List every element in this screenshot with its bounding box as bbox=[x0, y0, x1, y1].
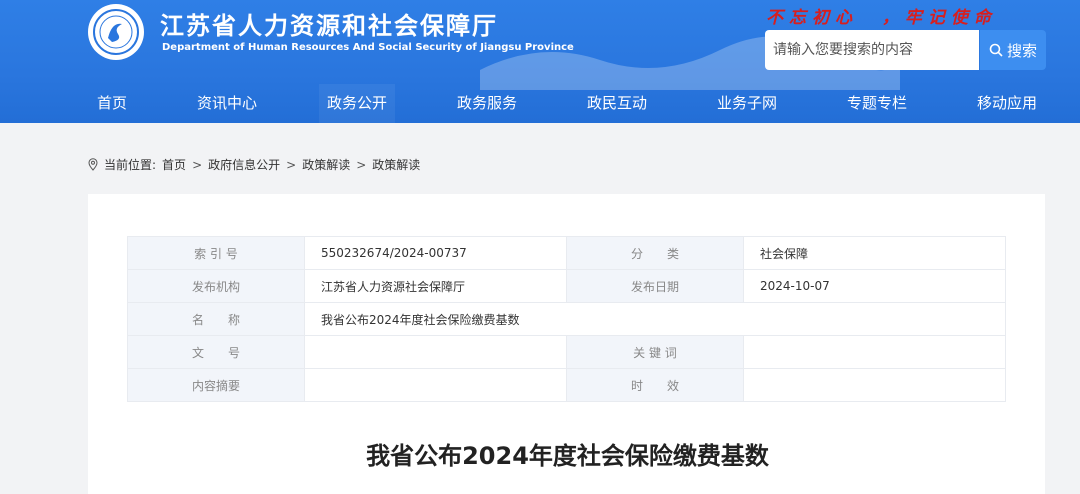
table-row: 索 引 号 550232674/2024-00737 分 类 社会保障 bbox=[127, 236, 1006, 270]
breadcrumb-separator: > bbox=[192, 157, 203, 172]
summary-label: 内容摘要 bbox=[127, 368, 305, 402]
index-label: 索 引 号 bbox=[127, 236, 305, 270]
validity-label: 时 效 bbox=[566, 368, 744, 402]
site-header: 江苏省人力资源和社会保障厅 Department of Human Resour… bbox=[0, 0, 1080, 123]
name-value: 我省公布2024年度社会保险缴费基数 bbox=[304, 302, 1006, 336]
nav-item-gov-affairs[interactable]: 政务公开 bbox=[319, 84, 395, 123]
breadcrumb: 当前位置: 首页 > 政府信息公开 > 政策解读 > 政策解读 bbox=[88, 156, 420, 173]
breadcrumb-separator: > bbox=[286, 157, 297, 172]
nav-item-services[interactable]: 政务服务 bbox=[450, 84, 524, 123]
category-value: 社会保障 bbox=[743, 236, 1006, 270]
search-button[interactable]: 搜索 bbox=[980, 30, 1046, 70]
table-row: 发布机构 江苏省人力资源社会保障厅 发布日期 2024-10-07 bbox=[127, 269, 1006, 303]
category-label: 分 类 bbox=[566, 236, 744, 270]
table-row: 文 号 关 键 词 bbox=[127, 335, 1006, 369]
search-input[interactable] bbox=[765, 30, 979, 70]
emblem-icon bbox=[93, 9, 139, 55]
nav-item-subnets[interactable]: 业务子网 bbox=[710, 84, 784, 123]
summary-value bbox=[304, 368, 567, 402]
main-nav: 首页 资讯中心 政务公开 政务服务 政民互动 业务子网 专题专栏 移动应用 bbox=[0, 84, 1080, 123]
table-row: 名 称 我省公布2024年度社会保险缴费基数 bbox=[127, 302, 1006, 336]
publisher-label: 发布机构 bbox=[127, 269, 305, 303]
docno-label: 文 号 bbox=[127, 335, 305, 369]
table-row: 内容摘要 时 效 bbox=[127, 368, 1006, 402]
publisher-value: 江苏省人力资源社会保障厅 bbox=[304, 269, 567, 303]
keywords-label: 关 键 词 bbox=[566, 335, 744, 369]
search-button-label: 搜索 bbox=[1006, 41, 1037, 60]
location-pin-icon bbox=[88, 158, 98, 171]
breadcrumb-item-current[interactable]: 政策解读 bbox=[372, 156, 420, 173]
site-title: 江苏省人力资源和社会保障厅 bbox=[160, 12, 498, 40]
site-subtitle: Department of Human Resources And Social… bbox=[162, 42, 574, 53]
search-icon bbox=[989, 43, 1003, 57]
breadcrumb-separator: > bbox=[356, 157, 367, 172]
date-label: 发布日期 bbox=[566, 269, 744, 303]
date-value: 2024-10-07 bbox=[743, 269, 1006, 303]
name-label: 名 称 bbox=[127, 302, 305, 336]
breadcrumb-item-gov-info[interactable]: 政府信息公开 bbox=[208, 156, 280, 173]
nav-item-mobile[interactable]: 移动应用 bbox=[970, 84, 1044, 123]
nav-item-topics[interactable]: 专题专栏 bbox=[840, 84, 914, 123]
breadcrumb-item-policy[interactable]: 政策解读 bbox=[302, 156, 350, 173]
article-title: 我省公布2024年度社会保险缴费基数 bbox=[366, 442, 769, 470]
site-logo[interactable] bbox=[88, 4, 144, 60]
keywords-value bbox=[743, 335, 1006, 369]
breadcrumb-prefix: 当前位置: bbox=[104, 158, 157, 172]
docno-value bbox=[304, 335, 567, 369]
validity-value bbox=[743, 368, 1006, 402]
nav-item-interaction[interactable]: 政民互动 bbox=[580, 84, 654, 123]
slogan: 不忘初心 ，牢记使命 bbox=[766, 8, 997, 28]
nav-item-home[interactable]: 首页 bbox=[80, 84, 144, 123]
nav-item-news[interactable]: 资讯中心 bbox=[190, 84, 264, 123]
index-value: 550232674/2024-00737 bbox=[304, 236, 567, 270]
document-meta-table: 索 引 号 550232674/2024-00737 分 类 社会保障 发布机构… bbox=[127, 236, 1006, 402]
breadcrumb-item-home[interactable]: 首页 bbox=[162, 156, 186, 173]
